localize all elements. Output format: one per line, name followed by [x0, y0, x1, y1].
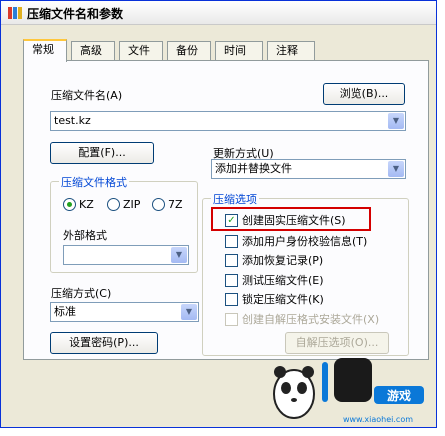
chevron-down-icon[interactable]: ▼ [388, 113, 404, 129]
option-authenticity[interactable]: 添加用户身份校验信息(T) [225, 233, 367, 249]
radio-icon [107, 198, 120, 211]
solid-archive-highlight [211, 207, 371, 231]
archive-name-field[interactable]: test.kz ▼ [50, 111, 406, 131]
archive-name-value: test.kz [54, 114, 91, 127]
browse-button[interactable]: 浏览(B)... [323, 83, 405, 105]
tab-comment[interactable]: 注释 [267, 41, 315, 61]
format-radio-label: ZIP [123, 198, 141, 211]
archive-app-icon [8, 7, 22, 19]
option-label: 锁定压缩文件(K) [242, 293, 324, 306]
method-value: 标准 [54, 305, 76, 318]
checkbox-icon [225, 273, 238, 287]
watermark-logo: 游戏 www.xiaohei.com [273, 358, 424, 424]
option-label: 测试压缩文件(E) [242, 274, 324, 287]
radio-selected-icon [63, 198, 76, 211]
tab-general[interactable]: 常规 [23, 39, 67, 62]
option-recovery-record[interactable]: 添加恢复记录(P) [225, 252, 323, 268]
external-format-label: 外部格式 [63, 229, 107, 242]
set-password-button[interactable]: 设置密码(P)... [50, 332, 158, 354]
config-button[interactable]: 配置(F)... [50, 142, 154, 164]
options-group-title: 压缩选项 [211, 191, 259, 207]
radio-icon [152, 198, 165, 211]
chevron-down-icon[interactable]: ▼ [388, 161, 404, 177]
option-lock-archive[interactable]: 锁定压缩文件(K) [225, 291, 324, 307]
svg-text:www.xiaohei.com: www.xiaohei.com [343, 415, 413, 424]
chevron-down-icon[interactable]: ▼ [181, 304, 197, 320]
tab-time[interactable]: 时间 [215, 41, 263, 61]
chevron-down-icon[interactable]: ▼ [171, 247, 187, 263]
format-radio-label: 7Z [168, 198, 183, 211]
window-title: 压缩文件名和参数 [27, 7, 124, 21]
svg-text:游戏: 游戏 [387, 388, 411, 403]
tab-advanced[interactable]: 高级 [71, 41, 115, 61]
update-mode-select[interactable]: 添加并替换文件 ▼ [211, 159, 406, 179]
option-label: 创建自解压格式安装文件(X) [242, 313, 380, 326]
archive-name-label: 压缩文件名(A) [51, 89, 123, 102]
format-radio-kz[interactable]: KZ [63, 198, 94, 211]
option-label: 添加用户身份校验信息(T) [242, 235, 368, 248]
checkbox-icon [225, 234, 238, 248]
format-group-title: 压缩文件格式 [59, 174, 129, 190]
checkbox-icon [225, 312, 238, 326]
checkbox-icon [225, 292, 238, 306]
method-label: 压缩方式(C) [51, 287, 112, 300]
option-create-sfx[interactable]: 创建自解压格式安装文件(X) [225, 311, 379, 327]
format-radio-7z[interactable]: 7Z [152, 198, 183, 211]
option-test-archive[interactable]: 测试压缩文件(E) [225, 272, 324, 288]
option-label: 添加恢复记录(P) [242, 254, 324, 267]
sfx-options-button[interactable]: 自解压选项(O)... [285, 332, 389, 354]
tab-backup[interactable]: 备份 [167, 41, 211, 61]
checkbox-icon [225, 253, 238, 267]
title-bar: 压缩文件名和参数 [1, 1, 436, 25]
format-radio-zip[interactable]: ZIP [107, 198, 140, 211]
format-radio-label: KZ [79, 198, 94, 211]
method-select[interactable]: 标准 ▼ [50, 302, 199, 322]
update-mode-value: 添加并替换文件 [215, 162, 292, 175]
tab-files[interactable]: 文件 [119, 41, 163, 61]
external-format-select[interactable]: ▼ [63, 245, 189, 265]
